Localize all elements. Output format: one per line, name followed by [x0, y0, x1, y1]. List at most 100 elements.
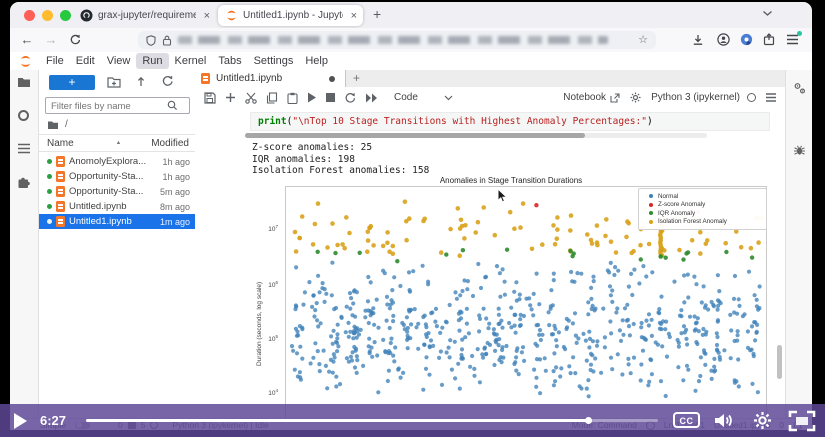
menu-view[interactable]: View [101, 53, 137, 69]
debugger-bug-icon[interactable] [793, 144, 806, 157]
property-inspector-gears-icon[interactable] [793, 82, 806, 95]
file-name: Untitled.ipynb [69, 201, 127, 212]
refresh-icon[interactable] [161, 75, 174, 88]
file-filter-input[interactable] [46, 99, 167, 112]
file-filter-box[interactable] [45, 97, 190, 114]
file-row[interactable]: Opportunity-Sta... 5m ago [39, 184, 196, 199]
menu-help[interactable]: Help [299, 53, 334, 69]
document-tab[interactable]: Untitled1.ipynb [195, 70, 346, 87]
video-timestamp: 6:27 [40, 413, 67, 428]
window-close-button[interactable] [24, 10, 35, 21]
notebook-file-icon [56, 201, 65, 212]
extension-manager-icon[interactable] [17, 176, 30, 189]
settings-gear-icon[interactable] [753, 411, 772, 430]
window-zoom-button[interactable] [60, 10, 71, 21]
sort-caret-icon[interactable]: ▲ [116, 140, 121, 146]
notebook-toolbar: Code Notebook Python 3 (ipykernel) [195, 87, 785, 109]
notebook-panel: Untitled1.ipynb + Code Notebook Python 3… [195, 70, 785, 418]
horizontal-scrollbar-thumb[interactable] [245, 133, 585, 138]
volume-icon[interactable] [714, 412, 736, 429]
running-sessions-icon[interactable] [18, 110, 29, 121]
file-list-header: Name ▲ Modified [39, 134, 196, 152]
file-row-selected[interactable]: Untitled1.ipynb 1m ago [39, 214, 196, 229]
output-line: Isolation Forest anomalies: 158 [252, 165, 430, 176]
bookmark-star-icon[interactable]: ☆ [638, 33, 648, 46]
document-tab-title: Untitled1.ipynb [216, 73, 283, 84]
notebook-file-icon [56, 156, 65, 167]
video-progress-track[interactable] [86, 417, 658, 424]
window-minimize-button[interactable] [42, 10, 53, 21]
code-line: print("\nTop 10 Stage Transitions with H… [258, 116, 653, 127]
lock-icon [162, 35, 172, 46]
account-icon[interactable] [717, 33, 730, 46]
upload-icon[interactable] [135, 75, 147, 88]
browser-tab-github[interactable]: grax-jupyter/requirements.txt a × [74, 5, 216, 26]
chevron-down-icon[interactable] [444, 95, 453, 101]
table-of-contents-icon[interactable] [17, 143, 31, 154]
restart-kernel-icon[interactable] [344, 92, 356, 104]
menu-run[interactable]: Run [136, 53, 169, 69]
breadcrumb[interactable]: / [47, 119, 68, 130]
forward-icon[interactable]: → [42, 28, 60, 52]
restart-run-all-icon[interactable] [365, 93, 378, 103]
tab-close-icon[interactable]: × [351, 10, 357, 22]
reload-icon[interactable] [66, 28, 84, 52]
paste-cells-icon[interactable] [287, 92, 298, 104]
address-bar[interactable]: ☆ [138, 31, 656, 49]
download-icon[interactable] [692, 34, 704, 46]
closed-captions-button[interactable]: CC [673, 412, 700, 428]
horizontal-scrollbar[interactable] [245, 133, 707, 138]
notebook-file-icon [56, 186, 65, 197]
add-cell-icon[interactable] [225, 92, 236, 103]
tab-close-icon[interactable]: × [204, 10, 210, 22]
video-playhead-knob[interactable] [585, 417, 593, 424]
cut-cells-icon[interactable] [245, 92, 257, 104]
external-link-icon[interactable] [610, 92, 620, 103]
tab-title: Untitled1.ipynb - JupyterLab [243, 10, 343, 21]
chart-title: Anomalies in Stage Transition Durations [439, 176, 583, 185]
y-tick-label: 107 [268, 224, 278, 234]
gear-icon[interactable] [630, 92, 641, 103]
new-document-tab-button[interactable]: + [353, 71, 360, 85]
new-folder-icon[interactable] [107, 76, 121, 88]
menu-settings[interactable]: Settings [248, 53, 300, 69]
new-launcher-button[interactable]: + [49, 75, 95, 90]
stop-kernel-icon[interactable] [326, 93, 335, 102]
cell-type-dropdown[interactable]: Code [394, 92, 418, 103]
column-modified[interactable]: Modified [151, 138, 189, 149]
panel-menu-icon[interactable] [765, 93, 777, 102]
column-name[interactable]: Name [47, 138, 74, 149]
jupyterlab-main: + / Name ▲ Mod [10, 70, 812, 418]
fullscreen-icon[interactable] [788, 410, 816, 432]
legend-item: Normal [645, 192, 766, 201]
kernel-running-dot [47, 174, 52, 179]
menu-edit[interactable]: Edit [70, 53, 101, 69]
output-line: IQR anomalies: 198 [252, 153, 355, 165]
kernel-name[interactable]: Python 3 (ipykernel) [651, 92, 740, 103]
file-modified: 1h ago [162, 171, 190, 182]
back-icon[interactable]: ← [18, 28, 36, 52]
code-cell[interactable]: print("\nTop 10 Stage Transitions with H… [250, 112, 770, 131]
menu-file[interactable]: File [40, 53, 70, 69]
vertical-scrollbar-thumb[interactable] [777, 345, 782, 379]
privacy-icon[interactable] [740, 33, 753, 46]
copy-cells-icon[interactable] [266, 91, 278, 104]
new-tab-button[interactable]: + [373, 6, 381, 22]
tab-overflow-chevron-icon[interactable] [762, 10, 773, 17]
browser-tab-jupyterlab[interactable]: Untitled1.ipynb - JupyterLab × [218, 5, 363, 26]
save-icon[interactable] [204, 91, 216, 104]
breadcrumb-root: / [65, 119, 68, 130]
file-browser-icon[interactable] [17, 76, 31, 88]
file-row[interactable]: Untitled.ipynb 8m ago [39, 199, 196, 214]
run-cell-icon[interactable] [307, 92, 317, 103]
app-menu-icon[interactable] [786, 31, 802, 45]
legend-item: Z-score Anomaly [645, 201, 766, 210]
share-icon[interactable] [763, 33, 775, 46]
file-row[interactable]: Opportunity-Sta... 1h ago [39, 169, 196, 184]
play-button[interactable] [14, 413, 28, 429]
file-row[interactable]: AnomolyExplora... 1h ago [39, 154, 196, 169]
menu-tabs[interactable]: Tabs [212, 53, 247, 69]
file-modified: 1h ago [162, 156, 190, 167]
figure: Anomalies in Stage Transition Durations … [250, 176, 772, 418]
menu-kernel[interactable]: Kernel [169, 53, 213, 69]
